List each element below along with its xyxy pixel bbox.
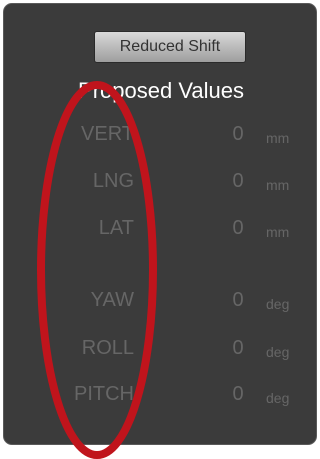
field-value: 0 bbox=[232, 170, 244, 192]
field-unit: deg bbox=[266, 390, 290, 406]
field-label: LAT bbox=[98, 217, 134, 239]
field-row-vert: VERT 0 mm bbox=[4, 119, 318, 149]
field-label: VERT bbox=[81, 123, 134, 145]
field-unit: mm bbox=[266, 224, 290, 240]
field-row-yaw: YAW 0 deg bbox=[4, 285, 318, 315]
field-label: ROLL bbox=[81, 337, 134, 359]
field-label: YAW bbox=[90, 289, 134, 311]
field-unit: deg bbox=[266, 344, 290, 360]
field-label: PITCH bbox=[74, 383, 134, 405]
field-value: 0 bbox=[232, 337, 244, 359]
field-row-lat: LAT 0 mm bbox=[4, 213, 318, 243]
field-unit: mm bbox=[266, 177, 290, 193]
field-label: LNG bbox=[92, 170, 134, 192]
field-row-pitch: PITCH 0 deg bbox=[4, 379, 318, 409]
field-value: 0 bbox=[232, 217, 244, 239]
field-value: 0 bbox=[232, 123, 244, 145]
field-row-lng: LNG 0 mm bbox=[4, 166, 318, 196]
reduced-shift-button[interactable]: Reduced Shift bbox=[94, 31, 246, 63]
field-value: 0 bbox=[232, 383, 244, 405]
field-unit: deg bbox=[266, 296, 290, 312]
field-row-roll: ROLL 0 deg bbox=[4, 333, 318, 363]
field-value: 0 bbox=[232, 289, 244, 311]
proposed-values-panel: Reduced Shift Proposed Values VERT 0 mm … bbox=[3, 3, 317, 445]
field-unit: mm bbox=[266, 130, 290, 146]
section-title: Proposed Values bbox=[78, 78, 244, 103]
